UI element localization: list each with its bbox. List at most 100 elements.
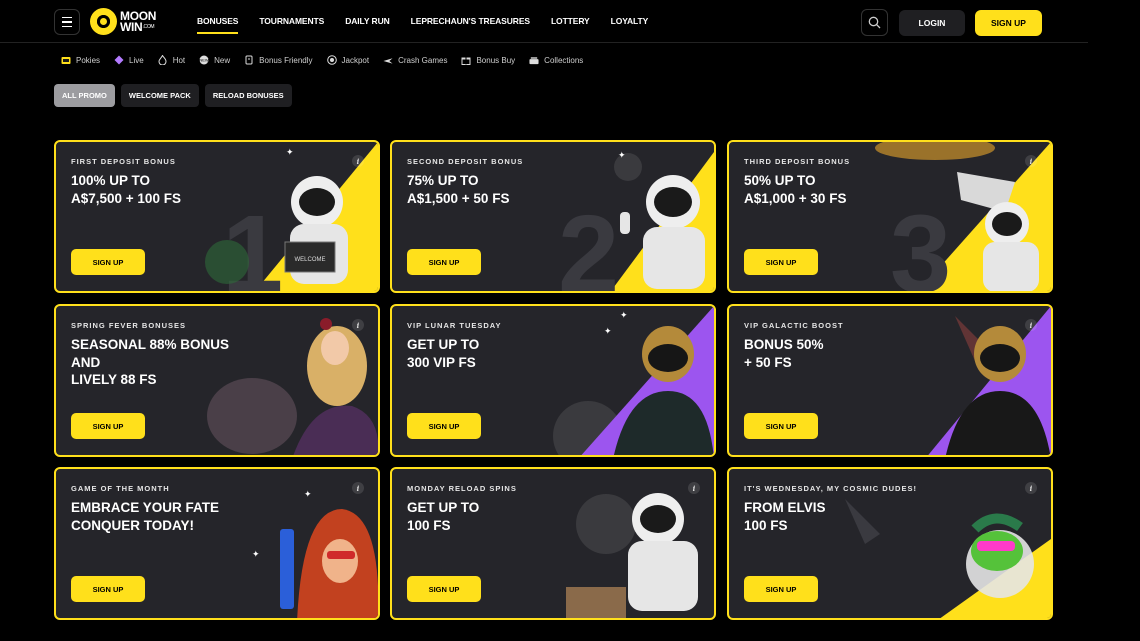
promo-card-spring-fever[interactable]: i SPRING FEVER BONUSES SEASONAL 88% BONU… [54, 304, 380, 457]
category-live[interactable]: Live [114, 55, 144, 65]
category-collections[interactable]: Collections [529, 55, 583, 65]
search-icon [868, 16, 881, 29]
card-signup-button[interactable]: SIGN UP [407, 249, 481, 275]
moon-logo-icon [90, 8, 117, 35]
card-subtitle: VIP GALACTIC BOOST [744, 321, 844, 330]
card-title: 100% UP TO A$7,500 + 100 FS [71, 173, 181, 206]
category-bonus-friendly[interactable]: Bonus Friendly [244, 55, 313, 65]
logo-suffix: .COM [142, 23, 155, 30]
card-title: FROM ELVIS 100 FS [744, 500, 826, 533]
card-subtitle: VIP LUNAR TUESDAY [407, 321, 502, 330]
star-icon: ✦ [620, 310, 628, 320]
promo-card-game-of-the-month[interactable]: ✦ ✦ i GAME OF THE MONTH EMBRACE YOUR FAT… [54, 467, 380, 620]
login-button[interactable]: LOGIN [899, 10, 965, 36]
promo-card-second-deposit[interactable]: 2 ✦ SECOND DEPOSIT BONUS 75% UP TO A$1,5… [390, 140, 716, 293]
promo-card-vip-lunar-tuesday[interactable]: ✦ ✦ VIP LUNAR TUESDAY GET UP TO 300 VIP … [390, 304, 716, 457]
card-title: BONUS 50% + 50 FS [744, 337, 824, 370]
info-icon[interactable]: i [1025, 319, 1037, 331]
signup-button[interactable]: SIGN UP [975, 10, 1042, 36]
info-icon[interactable]: i [352, 155, 364, 167]
nav-leprechauns-treasures[interactable]: LEPRECHAUN'S TREASURES [411, 0, 530, 43]
category-label: Hot [172, 55, 186, 65]
info-icon[interactable]: i [1025, 155, 1037, 167]
category-label: Collections [544, 55, 584, 65]
new-badge-icon: NEW [199, 55, 209, 65]
card-title: GET UP TO 100 FS [407, 500, 480, 533]
logo[interactable]: MOON WIN.COM [90, 8, 156, 35]
promo-card-vip-galactic-boost[interactable]: i VIP GALACTIC BOOST BONUS 50% + 50 FS S… [727, 304, 1053, 457]
slot-icon [61, 55, 71, 65]
category-label: Live [129, 55, 144, 65]
info-icon[interactable]: i [1025, 482, 1037, 494]
category-label: Bonus Buy [476, 55, 516, 65]
card-title: EMBRACE YOUR FATE CONQUER TODAY! [71, 500, 220, 533]
category-crash-games[interactable]: Crash Games [383, 55, 447, 65]
info-icon[interactable]: i [352, 482, 364, 494]
info-icon[interactable]: i [352, 319, 364, 331]
jackpot-icon [326, 55, 337, 65]
card-subtitle: FIRST DEPOSIT BONUS [71, 157, 176, 166]
star-icon: ✦ [304, 489, 312, 499]
card-subtitle: THIRD DEPOSIT BONUS [744, 157, 851, 166]
top-header: MOON WIN.COM BONUSES TOURNAMENTS DAILY R… [0, 0, 1088, 43]
card-signup-button[interactable]: SIGN UP [71, 576, 145, 602]
category-label: Jackpot [341, 55, 370, 65]
menu-button[interactable] [54, 9, 80, 35]
collections-icon [529, 55, 539, 65]
promo-card-first-deposit[interactable]: 1 WELCOME ✦ i FIRST DEPOSIT BONUS 100% U… [54, 140, 380, 293]
card-subtitle: GAME OF THE MONTH [71, 484, 170, 493]
card-title: SEASONAL 88% BONUS AND LIVELY 88 FS [71, 337, 230, 387]
category-bar: Pokies Live Hot NEW New Bonus Friendly Ja… [61, 55, 583, 65]
diamond-icon [114, 55, 124, 65]
card-signup-button[interactable]: SIGN UP [71, 249, 145, 275]
card-signup-button[interactable]: SIGN UP [744, 413, 818, 439]
category-hot[interactable]: Hot [158, 55, 185, 65]
category-pokies[interactable]: Pokies [61, 55, 100, 65]
flame-icon [158, 55, 168, 65]
gift-icon [461, 55, 471, 65]
main-nav: BONUSES TOURNAMENTS DAILY RUN LEPRECHAUN… [197, 0, 648, 43]
info-icon[interactable]: i [688, 482, 700, 494]
card-numeral: 3 [890, 193, 951, 293]
promo-card-monday-reload[interactable]: i MONDAY RELOAD SPINS GET UP TO 100 FS S… [390, 467, 716, 620]
promo-card-third-deposit[interactable]: 3 i THIRD DEPOSIT BONUS 50% UP TO A$1,00… [727, 140, 1053, 293]
category-new[interactable]: NEW New [199, 55, 230, 65]
svg-text:NEW: NEW [199, 58, 209, 63]
hamburger-icon [62, 16, 72, 19]
category-jackpot[interactable]: Jackpot [326, 55, 370, 65]
plane-icon [383, 55, 393, 65]
card-signup-button[interactable]: SIGN UP [744, 249, 818, 275]
card-signup-button[interactable]: SIGN UP [407, 576, 481, 602]
tab-all-promo[interactable]: ALL PROMO [54, 84, 115, 107]
card-numeral: 2 [558, 193, 619, 293]
card-signup-button[interactable]: SIGN UP [744, 576, 818, 602]
nav-bonuses[interactable]: BONUSES [197, 0, 239, 43]
card-signup-button[interactable]: SIGN UP [407, 413, 481, 439]
card-subtitle: SPRING FEVER BONUSES [71, 321, 187, 330]
card-title: GET UP TO 300 VIP FS [407, 337, 480, 370]
nav-tournaments[interactable]: TOURNAMENTS [259, 0, 324, 43]
card-title: 75% UP TO A$1,500 + 50 FS [407, 173, 510, 206]
welcome-sign-text: WELCOME [294, 257, 325, 263]
card-subtitle: IT'S WEDNESDAY, MY COSMIC DUDES! [744, 484, 917, 493]
star-icon: ✦ [252, 549, 260, 559]
category-label: Pokies [76, 55, 101, 65]
tab-welcome-pack[interactable]: WELCOME PACK [120, 84, 199, 107]
promo-card-elvis-wednesday[interactable]: i IT'S WEDNESDAY, MY COSMIC DUDES! FROM … [727, 467, 1053, 620]
nav-loyalty[interactable]: LOYALTY [611, 0, 649, 43]
logo-text-line2: WIN [120, 19, 143, 34]
card-title: 50% UP TO A$1,000 + 30 FS [744, 173, 847, 206]
nav-daily-run[interactable]: DAILY RUN [345, 0, 390, 43]
category-label: New [214, 55, 231, 65]
star-icon: ✦ [286, 147, 294, 157]
tab-reload-bonuses[interactable]: RELOAD BONUSES [204, 84, 292, 107]
star-icon: ✦ [618, 150, 626, 160]
bonus-icon [244, 55, 254, 65]
search-button[interactable] [861, 9, 888, 36]
card-signup-button[interactable]: SIGN UP [71, 413, 145, 439]
promo-filter-tabs: ALL PROMO WELCOME PACK RELOAD BONUSES [54, 84, 292, 107]
card-subtitle: MONDAY RELOAD SPINS [407, 484, 517, 493]
category-label: Bonus Friendly [259, 55, 313, 65]
nav-lottery[interactable]: LOTTERY [551, 0, 590, 43]
category-bonus-buy[interactable]: Bonus Buy [461, 55, 515, 65]
